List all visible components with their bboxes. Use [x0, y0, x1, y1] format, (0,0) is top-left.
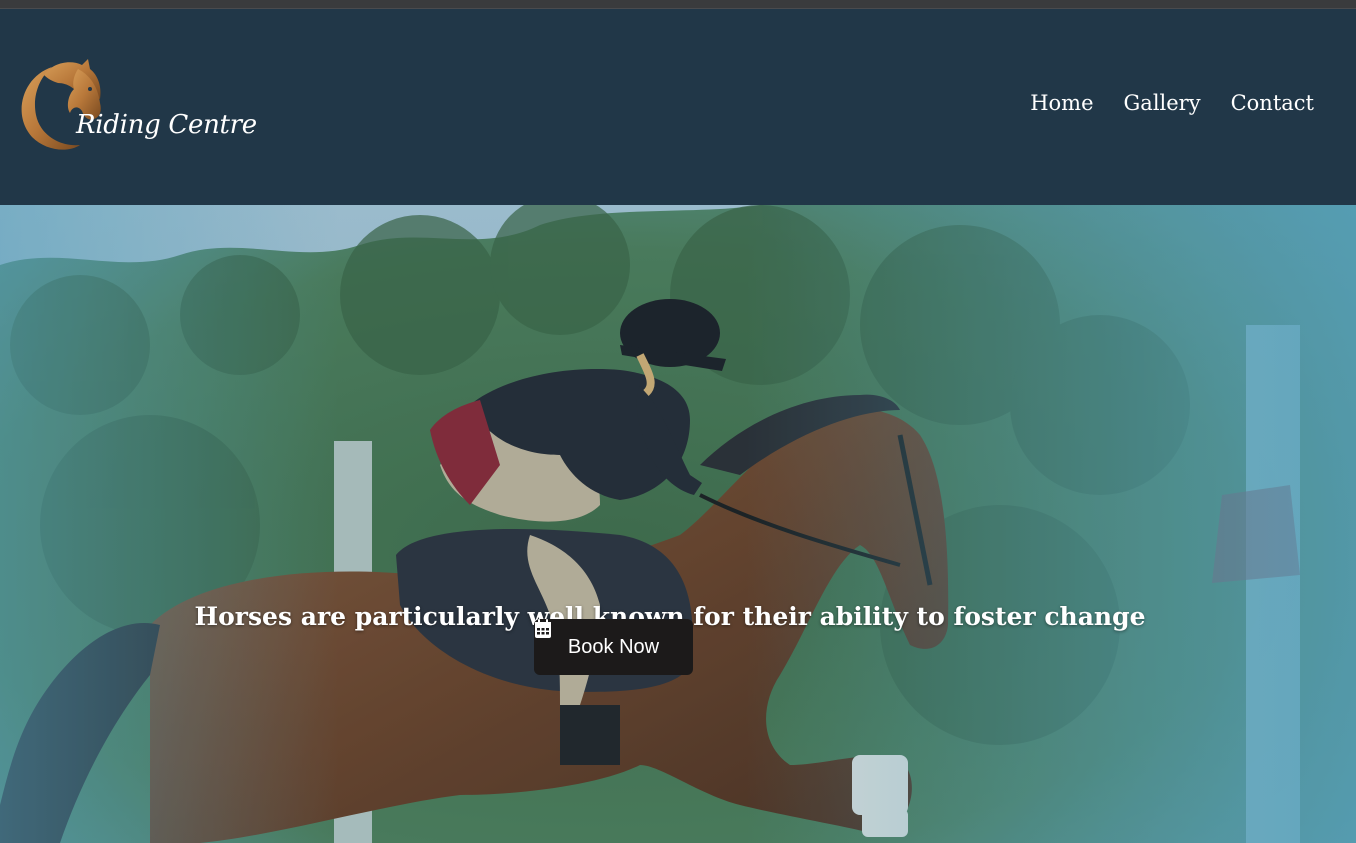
book-now-button[interactable]: Book Now	[534, 619, 693, 675]
browser-top-strip	[0, 0, 1356, 9]
hero-section: Horses are particularly well known for t…	[0, 205, 1356, 843]
book-now-label: Book Now	[567, 635, 660, 658]
nav-contact-link[interactable]: Contact	[1231, 91, 1314, 115]
brand-name: Riding Centre	[76, 110, 257, 140]
hero-background-image	[0, 205, 1356, 843]
site-logo[interactable]: Riding Centre	[12, 55, 257, 155]
site-header: Riding Centre Home Gallery Contact	[0, 9, 1356, 205]
nav-home-link[interactable]: Home	[1030, 91, 1093, 115]
calendar-icon	[535, 619, 551, 638]
main-nav: Home Gallery Contact	[1030, 91, 1314, 115]
nav-gallery-link[interactable]: Gallery	[1124, 91, 1201, 115]
horse-head-icon	[21, 59, 101, 150]
